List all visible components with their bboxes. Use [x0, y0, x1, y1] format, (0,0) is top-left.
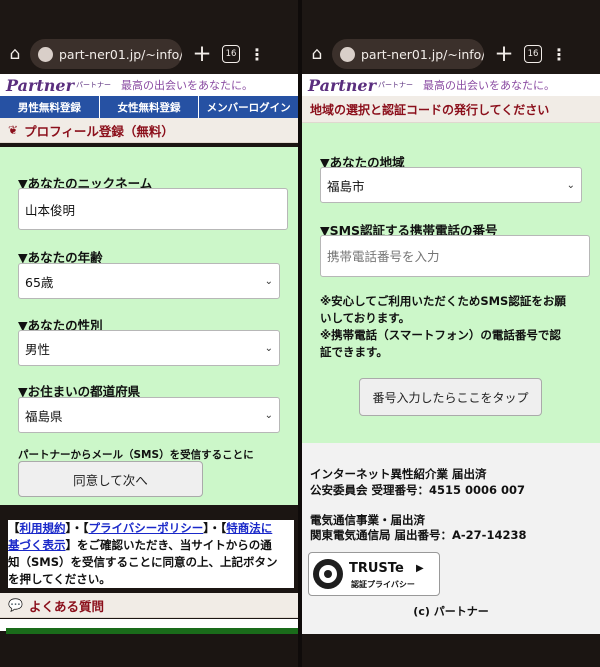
more-menu-icon[interactable]: ⋮	[242, 45, 272, 64]
profile-section-header: ❦ プロフィール登録（無料）	[0, 118, 298, 143]
top-nav: 男性無料登録 女性無料登録 メンバーログイン	[0, 96, 298, 118]
url-text: part-ner01.jp/~info/lp/yc	[361, 46, 484, 62]
url-text: part-ner01.jp/~info/lp/yc	[59, 46, 182, 62]
footer-line-4: 関東電気通信局 届出番号：A-27-14238	[310, 528, 527, 542]
address-bar[interactable]: part-ner01.jp/~info/lp/yc	[30, 39, 182, 69]
browser-toolbar: ⌂ part-ner01.jp/~info/lp/yc + 16 ⋮	[0, 34, 298, 74]
region-select[interactable]: 福島市 ⌄	[320, 167, 582, 203]
terms-notice: 【利用規約】・【プライバシーポリシー】・【特商法に 基づく表示】をご確認いただき…	[8, 520, 294, 588]
law-link[interactable]: 特商法に	[226, 521, 272, 535]
sms-notice: パートナーからメール（SMS）を受信することに	[18, 449, 254, 461]
footer-line-2: 公安委員会 受理番号：4515 0006 007	[310, 483, 526, 497]
law-link-cont[interactable]: 基づく表示	[8, 538, 66, 552]
nav-bar-bottom	[302, 634, 600, 667]
split-screen: ⌂ part-ner01.jp/~info/lp/yc + 16 ⋮ Partn…	[0, 0, 600, 667]
copyright: (c) パートナー	[413, 605, 489, 618]
prefecture-value: 福島県	[25, 408, 63, 424]
home-icon[interactable]: ⌂	[302, 44, 332, 64]
site-footer: インターネット異性紹介業 届出済 公安委員会 受理番号：4515 0006 00…	[302, 443, 600, 634]
home-icon[interactable]: ⌂	[0, 44, 30, 64]
footer-line-1: インターネット異性紹介業 届出済	[310, 467, 487, 481]
chevron-down-icon: ⌄	[264, 342, 273, 354]
submit-phone-button[interactable]: 番号入力したらここをタップ	[359, 378, 542, 416]
note-line: ※安心してご利用いただくためSMS認証をお願	[320, 294, 566, 308]
logo-kana: パートナー	[76, 81, 112, 89]
site-info-icon[interactable]	[340, 46, 355, 62]
truste-logo-core	[324, 570, 332, 578]
separator: 】・【	[65, 521, 89, 535]
nickname-input[interactable]: 山本俊明	[18, 188, 288, 230]
site-logo-bar: Partner パートナー 最高の出会いをあなたに。	[0, 74, 298, 96]
note-line: 証できます。	[320, 345, 388, 359]
catchphrase: 最高の出会いをあなたに。	[121, 79, 254, 92]
sms-form: ▼あなたの地域 福島市 ⌄ ▼SMS認証する携帯電話の番号 ※安心してご利用いた…	[302, 123, 600, 443]
truste-title: TRUSTe	[349, 561, 404, 576]
chat-bubble-icon: 💬	[8, 598, 23, 612]
leaf-icon: ❦	[8, 123, 19, 137]
truste-subtitle: 認証プライバシー	[351, 580, 415, 589]
right-browser-pane: ⌂ part-ner01.jp/~info/lp/yc + 16 ⋮ Partn…	[302, 0, 600, 667]
terms-text: 】をご確認いただき、当サイトからの通	[65, 538, 272, 552]
prefecture-select[interactable]: 福島県 ⌄	[18, 397, 280, 433]
note-line: ※携帯電話（スマートフォン）の電話番号で認	[320, 328, 561, 342]
new-tab-icon[interactable]: +	[186, 41, 218, 67]
tab-switcher-icon[interactable]: 16	[222, 45, 240, 63]
footer-line-3: 電気通信事業・届出済	[310, 513, 425, 527]
browser-toolbar: ⌂ part-ner01.jp/~info/lp/yc + 16 ⋮	[302, 34, 600, 74]
nav-male-register[interactable]: 男性無料登録	[0, 96, 100, 118]
play-arrow-icon: ▶	[416, 563, 424, 574]
region-section-header: 地域の選択と認証コードの発行してください	[302, 96, 600, 123]
site-logo[interactable]: Partner	[6, 76, 74, 95]
agree-next-button[interactable]: 同意して次へ	[18, 461, 203, 497]
terms-link[interactable]: 利用規約	[20, 521, 66, 535]
tab-switcher-icon[interactable]: 16	[524, 45, 542, 63]
logo-kana: パートナー	[378, 81, 414, 89]
nickname-value: 山本俊明	[25, 202, 76, 218]
site-logo-bar: Partner パートナー 最高の出会いをあなたに。	[302, 74, 600, 96]
region-value: 福島市	[327, 178, 365, 194]
new-tab-icon[interactable]: +	[488, 41, 520, 67]
chevron-down-icon: ⌄	[264, 275, 273, 287]
site-logo[interactable]: Partner	[308, 76, 376, 95]
chevron-down-icon: ⌄	[264, 409, 273, 421]
profile-form: ▼あなたのニックネーム 山本俊明 ▼あなたの年齢 65歳 ⌄ ▼あなたの性別 男…	[0, 147, 298, 505]
truste-badge[interactable]: TRUSTe ▶ 認証プライバシー	[308, 552, 440, 596]
nav-member-login[interactable]: メンバーログイン	[199, 96, 298, 118]
privacy-link[interactable]: プライバシーポリシー	[89, 521, 204, 535]
status-bar	[0, 0, 298, 34]
terms-text: を押してください。	[8, 572, 111, 586]
age-select[interactable]: 65歳 ⌄	[18, 263, 280, 299]
left-browser-pane: ⌂ part-ner01.jp/~info/lp/yc + 16 ⋮ Partn…	[0, 0, 298, 667]
faq-header[interactable]: 💬 よくある質問	[0, 593, 298, 618]
gender-select[interactable]: 男性 ⌄	[18, 330, 280, 366]
section-title: プロフィール登録（無料）	[24, 123, 174, 139]
nav-bar-bottom	[0, 634, 298, 667]
site-info-icon[interactable]	[38, 46, 53, 62]
terms-text: 知（SMS）を受信することに同意の上、上記ボタン	[8, 555, 278, 569]
separator: 】・【	[203, 521, 227, 535]
faq-title: よくある質問	[28, 598, 104, 614]
address-bar[interactable]: part-ner01.jp/~info/lp/yc	[332, 39, 484, 69]
age-value: 65歳	[25, 274, 54, 290]
status-bar	[302, 0, 600, 34]
sms-notes: ※安心してご利用いただくためSMS認証をお願 いしております。 ※携帯電話（スマ…	[320, 293, 590, 361]
chevron-down-icon: ⌄	[566, 179, 575, 191]
catchphrase: 最高の出会いをあなたに。	[423, 79, 556, 92]
more-menu-icon[interactable]: ⋮	[544, 45, 574, 64]
note-line: いしております。	[320, 311, 411, 325]
section-title: 地域の選択と認証コードの発行してください	[310, 102, 550, 117]
phone-input[interactable]	[320, 235, 590, 277]
gender-value: 男性	[25, 341, 51, 357]
truste-logo-icon	[313, 559, 343, 589]
bracket: 【	[8, 521, 20, 535]
nav-female-register[interactable]: 女性無料登録	[100, 96, 200, 118]
